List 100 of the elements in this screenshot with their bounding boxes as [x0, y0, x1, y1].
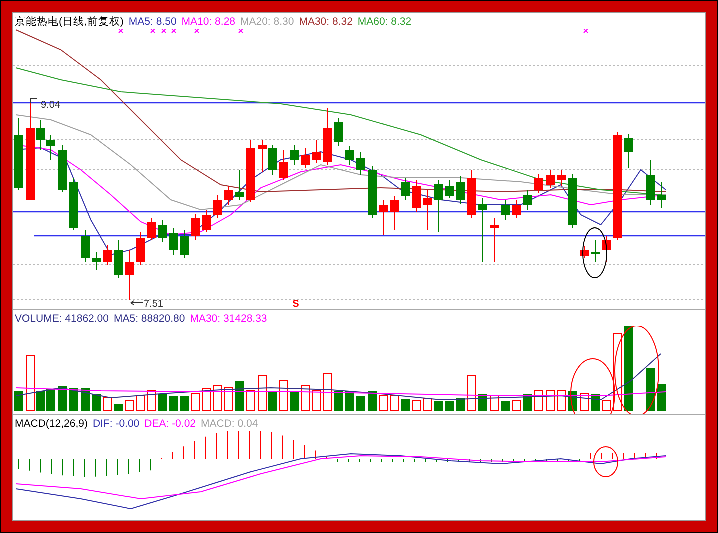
candlestick — [546, 170, 556, 188]
volume-bar — [214, 386, 222, 412]
indicator-label: DEA: -0.02 — [144, 417, 196, 431]
candlestick — [148, 218, 156, 240]
indicator-label: MA60: 8.32 — [358, 15, 412, 29]
candlestick — [658, 182, 666, 208]
candlestick — [558, 170, 566, 186]
indicator-label: VOLUME: 41862.00 — [15, 312, 109, 326]
candlestick — [346, 146, 354, 166]
volume-bar — [236, 381, 244, 411]
high-price-label: 9.04 — [41, 100, 60, 111]
candlestick — [58, 144, 68, 192]
candlestick — [456, 176, 466, 204]
indicator-label: DIF: -0.00 — [92, 417, 140, 431]
candlestick — [236, 170, 244, 200]
volume-bar — [402, 399, 410, 411]
volume-bar — [324, 374, 332, 412]
volume-bar — [380, 396, 388, 412]
candlestick — [356, 152, 366, 176]
indicator-label: MA5: 88820.80 — [114, 312, 186, 326]
candlestick — [114, 240, 124, 278]
candlestick — [202, 210, 212, 232]
candlestick — [468, 170, 476, 218]
indicator-label: MA5: 8.50 — [128, 15, 177, 29]
candlestick — [380, 200, 388, 236]
volume-bar — [334, 391, 344, 411]
volume-bar — [302, 386, 310, 412]
highlight-ellipse — [594, 446, 618, 478]
indicator-label: MA20: 8.30 — [240, 15, 294, 29]
low-price-label: 7.51 — [144, 299, 164, 309]
volume-bar — [192, 394, 200, 412]
candlestick — [324, 108, 332, 166]
volume-bar — [546, 390, 556, 412]
volume-bar — [180, 396, 190, 411]
candlestick — [158, 220, 168, 242]
volume-bar — [82, 388, 90, 411]
volume-bar — [280, 380, 288, 412]
volume-bar — [534, 390, 544, 412]
candlestick — [534, 174, 544, 194]
candlestick — [290, 144, 300, 166]
signal-marker: S — [292, 299, 300, 309]
volume-bar — [148, 390, 156, 412]
volume-bar — [202, 388, 212, 412]
candlestick — [258, 140, 268, 172]
volume-bar — [646, 368, 656, 411]
candlestick — [624, 134, 634, 168]
volume-bar — [312, 390, 322, 412]
volume-bar — [346, 391, 354, 411]
volume-bar — [446, 401, 454, 411]
volume-bar — [490, 396, 500, 412]
candlestick — [592, 240, 600, 262]
volume-bar — [502, 401, 510, 411]
low-arrow-icon — [130, 300, 144, 306]
candlestick — [312, 140, 322, 164]
volume-bar — [14, 391, 24, 411]
volume-bar — [468, 376, 476, 412]
volume-bar — [356, 396, 366, 411]
volume-bar — [104, 398, 112, 412]
candlestick — [568, 174, 578, 228]
volume-bar — [368, 391, 378, 411]
volume-bar — [170, 396, 178, 411]
volume-bar — [158, 394, 168, 411]
volume-bar — [580, 394, 590, 412]
volume-bar — [114, 404, 124, 411]
candlestick — [646, 160, 656, 206]
volume-bar — [390, 396, 400, 412]
candlestick — [224, 186, 234, 206]
volume-bar — [512, 400, 522, 412]
candlestick — [82, 230, 90, 262]
candlestick — [390, 196, 400, 230]
volume-bar — [46, 389, 56, 411]
candlestick — [180, 230, 190, 258]
volume-bar — [224, 388, 234, 412]
volume-bar — [434, 401, 444, 411]
volume-bar — [424, 398, 432, 412]
candlestick — [70, 178, 78, 230]
indicator-label: MACD: 0.04 — [201, 417, 258, 431]
volume-bar — [92, 394, 102, 411]
candlestick — [46, 134, 56, 160]
candlestick — [412, 180, 422, 212]
stock-title: 京能热电(日线,前复权) — [15, 15, 124, 29]
volume-bar — [602, 400, 612, 412]
volume-bar — [246, 390, 256, 412]
volume-bar — [126, 400, 134, 412]
candlestick — [512, 200, 522, 218]
volume-bar — [290, 391, 300, 411]
indicator-label: MA30: 8.32 — [299, 15, 353, 29]
candlestick — [446, 180, 454, 198]
highlight-ellipse — [582, 228, 608, 278]
indicator-label: MA10: 8.28 — [182, 15, 236, 29]
candlestick — [402, 178, 410, 200]
candlestick — [126, 250, 134, 300]
volume-bar — [412, 400, 422, 412]
candlestick — [334, 118, 344, 146]
candlestick — [434, 180, 444, 232]
candlestick — [170, 228, 178, 256]
candlestick — [92, 252, 102, 270]
candlestick — [214, 194, 222, 218]
candlestick — [602, 236, 612, 262]
volume-bar — [70, 388, 78, 411]
